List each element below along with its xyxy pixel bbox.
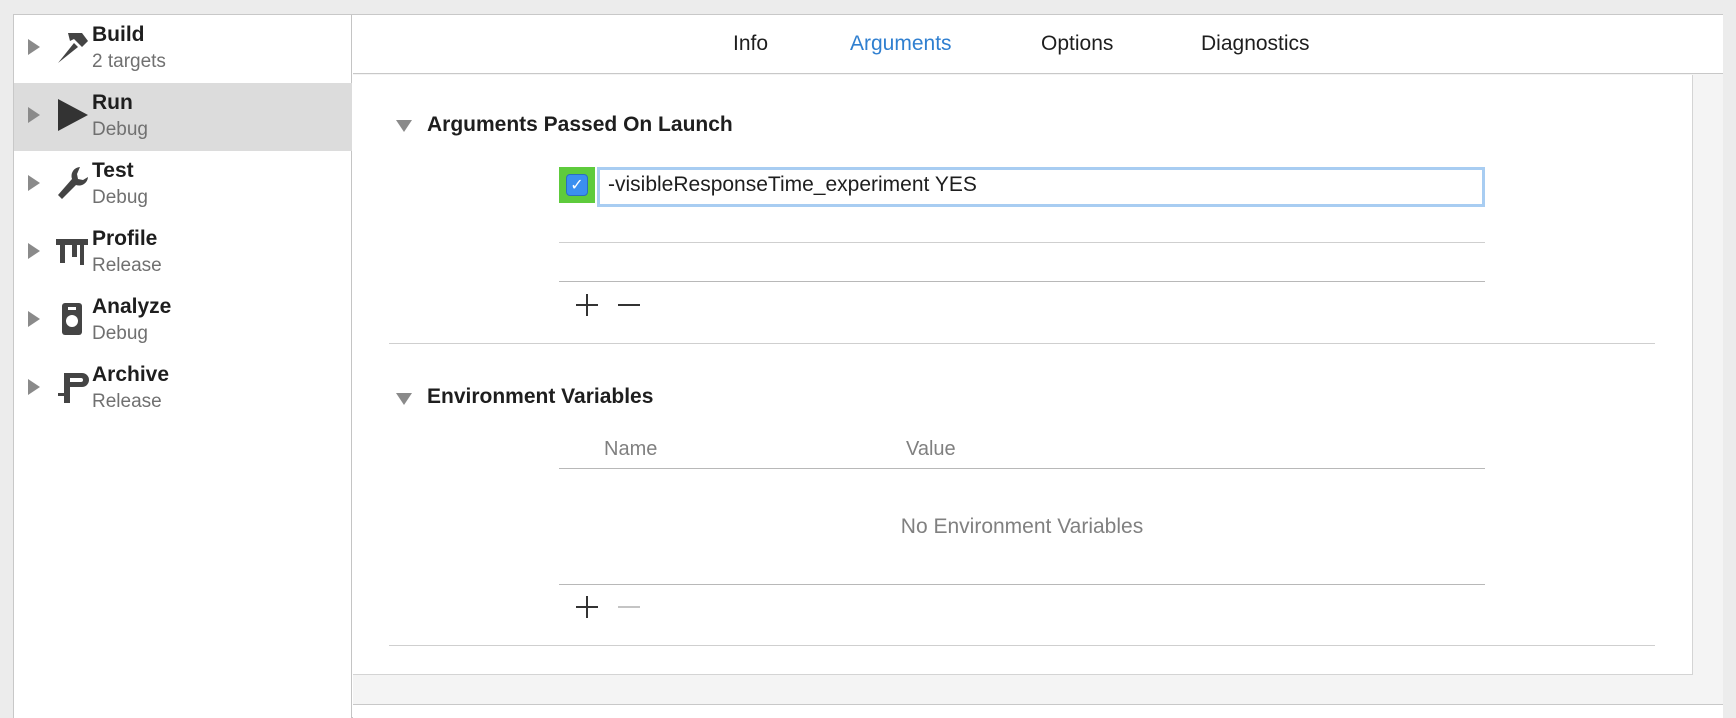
remove-env-variable-button[interactable]	[615, 593, 643, 621]
sidebar-item-subtitle: Debug	[92, 323, 148, 344]
section-divider	[389, 343, 1655, 344]
archive-clamp-icon	[58, 373, 89, 403]
disclosure-triangle-icon[interactable]	[28, 39, 40, 55]
remove-argument-button[interactable]	[615, 291, 643, 319]
sidebar-item-subtitle: Debug	[92, 119, 148, 140]
tab-bar: Info Arguments Options Diagnostics	[353, 15, 1723, 74]
sidebar-item-archive[interactable]: Archive Release	[14, 355, 352, 423]
analyze-icon	[62, 303, 82, 335]
arguments-panel: Arguments Passed On Launch ✓ -visibleRes…	[353, 75, 1693, 675]
sidebar-item-test[interactable]: Test Debug	[14, 151, 352, 219]
arguments-section-title: Arguments Passed On Launch	[427, 113, 733, 136]
play-icon	[58, 99, 88, 131]
section-collapse-triangle-icon[interactable]	[396, 120, 412, 132]
env-empty-message: No Environment Variables	[900, 515, 1144, 538]
wrench-icon	[58, 167, 88, 199]
scheme-action-sidebar: Build 2 targets Run Debug Test Debug Pro…	[14, 15, 352, 718]
sidebar-item-title: Analyze	[92, 295, 172, 318]
add-env-variable-button[interactable]	[573, 593, 601, 621]
sidebar-item-title: Archive	[92, 363, 170, 386]
disclosure-triangle-icon[interactable]	[28, 311, 40, 327]
bottom-panel	[353, 704, 1723, 718]
sidebar-item-subtitle: Release	[92, 391, 162, 412]
disclosure-triangle-icon[interactable]	[28, 243, 40, 259]
sidebar-item-title: Build	[92, 23, 145, 46]
sidebar-item-title: Test	[92, 159, 134, 182]
section-divider	[389, 645, 1655, 646]
add-argument-button[interactable]	[573, 291, 601, 319]
sidebar-item-subtitle: Debug	[92, 187, 148, 208]
tab-diagnostics[interactable]: Diagnostics	[1201, 32, 1310, 56]
env-section-title: Environment Variables	[427, 385, 654, 408]
tab-arguments[interactable]: Arguments	[850, 32, 952, 56]
sidebar-item-profile[interactable]: Profile Release	[14, 219, 352, 287]
env-header-divider	[559, 468, 1485, 469]
sidebar-item-subtitle: 2 targets	[92, 51, 166, 72]
sidebar-item-analyze[interactable]: Analyze Debug	[14, 287, 352, 355]
sidebar-item-title: Run	[92, 91, 133, 114]
env-list-bottom-divider	[559, 584, 1485, 585]
argument-row: ✓ -visibleResponseTime_experiment YES	[559, 167, 1485, 207]
argument-enabled-checkbox[interactable]: ✓	[566, 174, 588, 196]
sidebar-item-run[interactable]: Run Debug	[14, 83, 352, 151]
row-divider	[559, 242, 1485, 243]
env-column-name-header[interactable]: Name	[604, 438, 657, 461]
section-collapse-triangle-icon[interactable]	[396, 393, 412, 405]
sidebar-item-title: Profile	[92, 227, 158, 250]
calipers-icon	[56, 239, 88, 265]
env-column-value-header[interactable]: Value	[906, 438, 956, 461]
plus-icon	[576, 596, 598, 618]
sidebar-item-build[interactable]: Build 2 targets	[14, 15, 352, 83]
scheme-editor-main: Info Arguments Options Diagnostics Argum…	[353, 15, 1723, 718]
disclosure-triangle-icon[interactable]	[28, 107, 40, 123]
list-bottom-divider	[559, 281, 1485, 282]
minus-icon	[618, 606, 640, 608]
argument-checkbox-highlight: ✓	[559, 167, 595, 203]
argument-text-field[interactable]: -visibleResponseTime_experiment YES	[597, 167, 1485, 207]
tab-options[interactable]: Options	[1041, 32, 1113, 56]
tab-info[interactable]: Info	[733, 32, 768, 56]
hammer-icon	[58, 33, 88, 63]
plus-icon	[576, 294, 598, 316]
disclosure-triangle-icon[interactable]	[28, 175, 40, 191]
sidebar-item-subtitle: Release	[92, 255, 162, 276]
minus-icon	[618, 304, 640, 306]
disclosure-triangle-icon[interactable]	[28, 379, 40, 395]
